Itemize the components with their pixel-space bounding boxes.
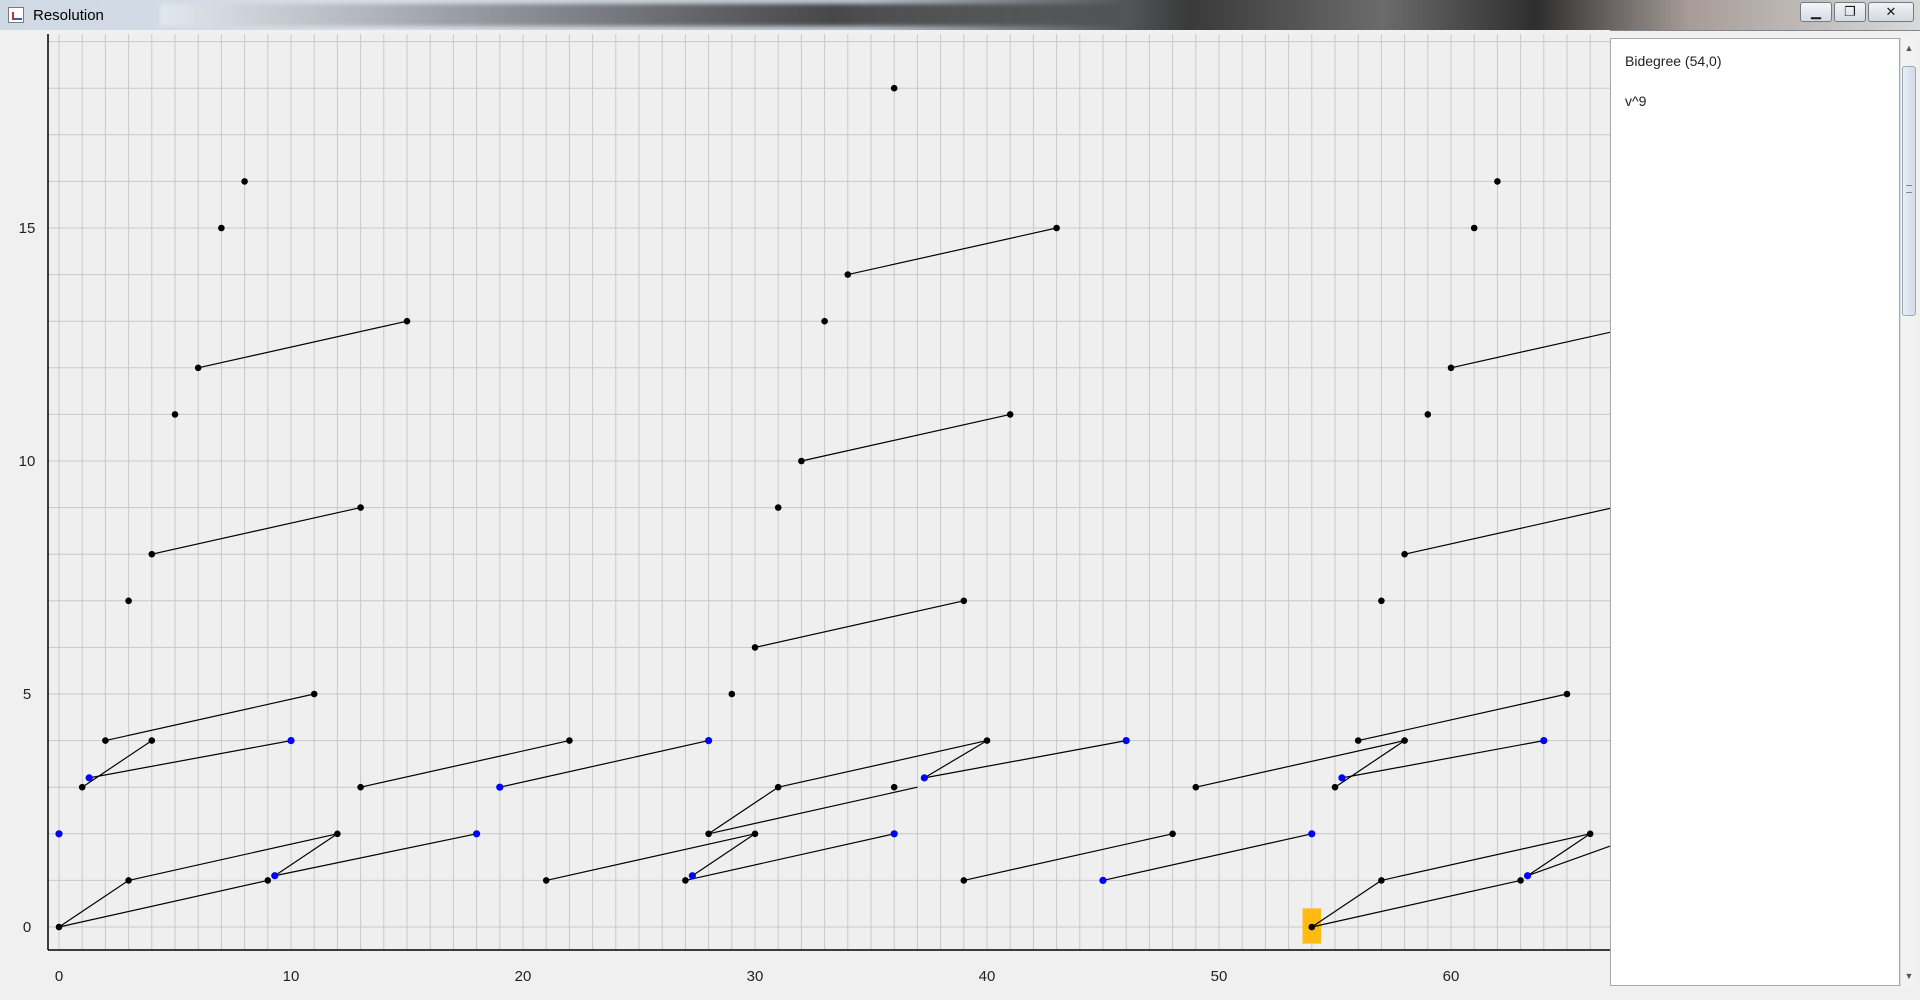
- generator-point[interactable]: [1494, 178, 1501, 185]
- marked-point[interactable]: [1523, 872, 1532, 880]
- generator-point[interactable]: [1424, 411, 1432, 418]
- generator-point[interactable]: [682, 877, 689, 884]
- generator-point[interactable]: [728, 690, 736, 698]
- generator-point[interactable]: [171, 411, 179, 418]
- generator-point[interactable]: [310, 690, 318, 698]
- generator-point[interactable]: [774, 783, 782, 791]
- generator-point[interactable]: [751, 830, 759, 838]
- y-tick-label: 0: [23, 919, 31, 936]
- marked-point[interactable]: [287, 737, 295, 745]
- generator-point[interactable]: [1354, 737, 1362, 744]
- generator-point[interactable]: [890, 84, 898, 92]
- y-tick-label: 5: [23, 686, 31, 703]
- generator-point[interactable]: [1401, 737, 1408, 744]
- x-tick-label: 0: [55, 968, 63, 985]
- generator-point[interactable]: [821, 317, 828, 325]
- marked-point[interactable]: [271, 872, 279, 880]
- title-bar[interactable]: Resolution ▁ ❐ ✕: [0, 0, 1920, 31]
- generator-point[interactable]: [705, 830, 712, 838]
- generator-point[interactable]: [844, 271, 852, 278]
- marked-point[interactable]: [496, 783, 504, 791]
- marked-point[interactable]: [1308, 830, 1316, 838]
- generator-point[interactable]: [218, 224, 225, 232]
- close-button[interactable]: ✕: [1868, 2, 1914, 22]
- info-panel: Bidegree (54,0) v^9: [1610, 38, 1900, 986]
- generator-point[interactable]: [983, 737, 991, 744]
- window-title: Resolution: [33, 7, 104, 24]
- info-panel-scrollbar[interactable]: ▲ ▼: [1900, 38, 1917, 986]
- generator-point[interactable]: [1006, 411, 1014, 418]
- generator-point[interactable]: [264, 877, 272, 884]
- generator-point[interactable]: [566, 737, 573, 744]
- y-tick-label: 15: [19, 220, 36, 237]
- minimize-button[interactable]: ▁: [1800, 2, 1832, 22]
- marked-point[interactable]: [473, 830, 481, 838]
- generator-point[interactable]: [1470, 224, 1478, 232]
- generator-point[interactable]: [148, 737, 156, 744]
- generator-point[interactable]: [403, 317, 411, 325]
- generator-point[interactable]: [357, 504, 364, 511]
- generator-point[interactable]: [960, 597, 968, 605]
- generator-point[interactable]: [1053, 224, 1060, 232]
- generator-point[interactable]: [102, 737, 109, 744]
- marked-point[interactable]: [55, 830, 63, 838]
- x-tick-label: 10: [283, 968, 300, 985]
- generator-point[interactable]: [241, 178, 248, 185]
- generator-point[interactable]: [1447, 364, 1455, 372]
- x-tick-label: 60: [1443, 968, 1460, 985]
- generator-point[interactable]: [125, 597, 132, 605]
- generator-point[interactable]: [125, 877, 132, 884]
- maximize-button[interactable]: ❐: [1834, 2, 1866, 22]
- generator-point[interactable]: [1563, 690, 1571, 698]
- generator-point[interactable]: [1378, 597, 1385, 605]
- marked-point[interactable]: [1540, 737, 1548, 745]
- bidegree-label: Bidegree (54,0): [1625, 53, 1722, 69]
- generator-point[interactable]: [542, 877, 550, 884]
- generator-point[interactable]: [1192, 783, 1200, 791]
- generator-point[interactable]: [334, 830, 341, 838]
- x-tick-label: 40: [979, 968, 996, 985]
- generator-point[interactable]: [890, 783, 898, 791]
- x-tick-label: 20: [515, 968, 532, 985]
- marked-point[interactable]: [705, 737, 713, 745]
- window-controls: ▁ ❐ ✕: [1800, 2, 1914, 22]
- scroll-thumb[interactable]: [1902, 66, 1916, 316]
- marked-point[interactable]: [1099, 876, 1107, 885]
- y-tick-label: 10: [19, 453, 36, 470]
- x-tick-label: 30: [747, 968, 764, 985]
- java-app-icon[interactable]: [8, 7, 24, 23]
- plot-background: [48, 34, 1610, 950]
- generator-point[interactable]: [1308, 923, 1316, 931]
- x-tick-label: 50: [1211, 968, 1228, 985]
- marked-point[interactable]: [1338, 774, 1346, 782]
- generator-point[interactable]: [194, 364, 202, 372]
- background-window-tabs: [160, 4, 1120, 26]
- generator-point[interactable]: [1169, 830, 1176, 838]
- marked-point[interactable]: [688, 872, 696, 880]
- marked-point[interactable]: [85, 774, 93, 782]
- generator-point[interactable]: [78, 783, 86, 791]
- scroll-up-arrow-icon[interactable]: ▲: [1901, 40, 1917, 56]
- generator-point[interactable]: [751, 644, 759, 651]
- generator-point[interactable]: [1586, 830, 1594, 838]
- generator-point[interactable]: [55, 923, 63, 931]
- resolution-chart[interactable]: 0 10 20 30 40 50 60 0 5 10 15: [0, 30, 1610, 1000]
- generator-point[interactable]: [774, 504, 782, 511]
- marked-point[interactable]: [920, 774, 928, 782]
- generator-point[interactable]: [1401, 550, 1408, 558]
- generator-point[interactable]: [1378, 877, 1385, 884]
- marked-point[interactable]: [890, 830, 898, 838]
- scroll-down-arrow-icon[interactable]: ▼: [1901, 968, 1917, 984]
- marked-point[interactable]: [1122, 737, 1130, 745]
- generator-point[interactable]: [798, 457, 805, 465]
- element-name-label: v^9: [1625, 93, 1647, 109]
- resolution-chart-panel[interactable]: 0 10 20 30 40 50 60 0 5 10 15: [0, 30, 1610, 1000]
- generator-point[interactable]: [1517, 877, 1524, 884]
- generator-point[interactable]: [1331, 783, 1339, 791]
- generator-point[interactable]: [148, 550, 156, 558]
- generator-point[interactable]: [960, 877, 968, 884]
- generator-point[interactable]: [357, 783, 364, 791]
